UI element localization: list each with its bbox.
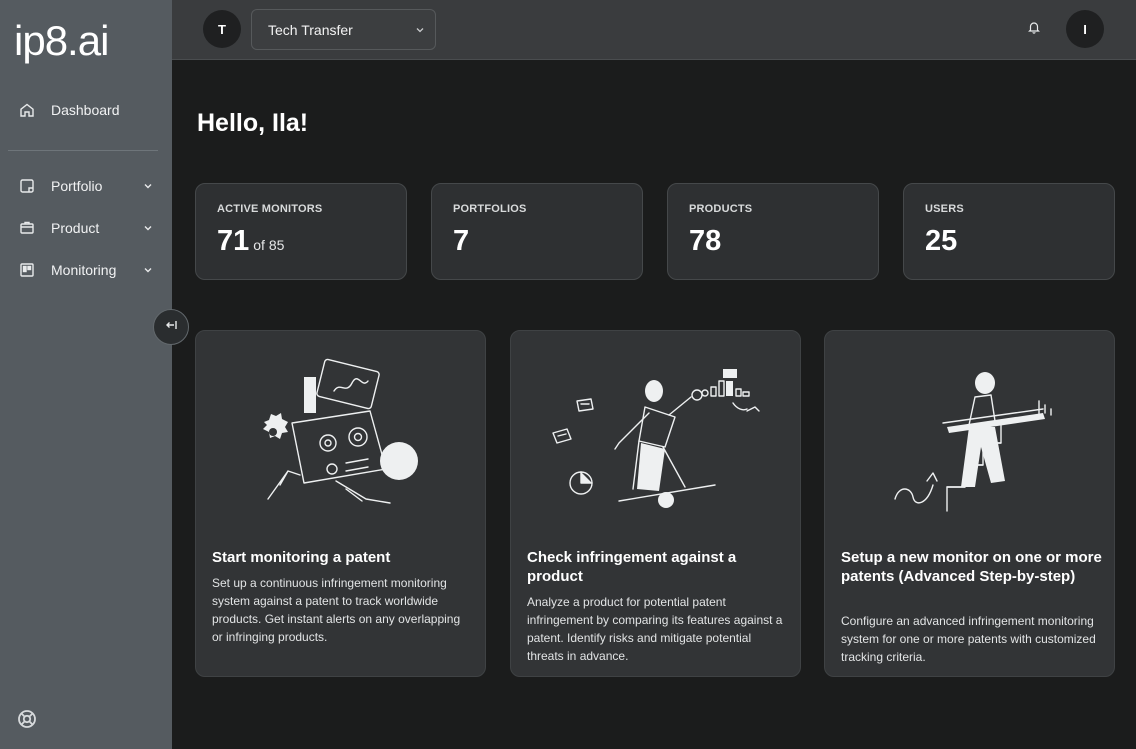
sidebar-item-label: Portfolio bbox=[51, 178, 103, 194]
user-avatar[interactable]: I bbox=[1066, 10, 1104, 48]
chevron-down-icon bbox=[142, 264, 154, 276]
greeting: Hello, Ila! bbox=[197, 109, 309, 137]
org-select-value: Tech Transfer bbox=[268, 21, 353, 38]
box-icon bbox=[18, 219, 36, 237]
stat-label: USERS bbox=[925, 203, 964, 215]
help-button[interactable] bbox=[16, 709, 38, 734]
sidebar: ip8.ai Dashboard Portfolio Product Monit… bbox=[0, 0, 172, 749]
sidebar-item-label: Monitoring bbox=[51, 262, 117, 278]
notifications-button[interactable] bbox=[1024, 19, 1044, 39]
advanced-setup-illustration bbox=[894, 372, 1052, 512]
sidebar-divider bbox=[8, 150, 158, 151]
action-card-title: Setup a new monitor on one or more paten… bbox=[841, 549, 1102, 585]
stat-value: 71 bbox=[217, 225, 250, 257]
stat-value: 7 bbox=[453, 225, 470, 257]
lifebuoy-icon bbox=[17, 709, 37, 734]
org-select[interactable]: Tech Transfer bbox=[251, 9, 436, 50]
action-card-setup-advanced-monitor[interactable]: Setup a new monitor on one or more paten… bbox=[824, 330, 1115, 677]
chevron-down-icon bbox=[142, 180, 154, 192]
stat-label: PORTFOLIOS bbox=[453, 203, 527, 215]
stat-card-products[interactable]: PRODUCTS 78 bbox=[667, 183, 879, 280]
sidebar-item-monitoring[interactable]: Monitoring bbox=[18, 258, 154, 282]
sidebar-item-label: Product bbox=[51, 220, 100, 236]
action-card-start-monitoring[interactable]: Start monitoring a patent Set up a conti… bbox=[195, 330, 486, 677]
chevron-down-icon bbox=[142, 222, 154, 234]
action-card-description: Set up a continuous infringement monitor… bbox=[212, 576, 461, 644]
stat-card-active-monitors[interactable]: ACTIVE MONITORS 71 of 85 bbox=[195, 183, 407, 280]
infringement-check-illustration bbox=[552, 369, 760, 508]
action-card-title: Check infringement against a product bbox=[527, 549, 737, 585]
action-card-title: Start monitoring a patent bbox=[212, 549, 391, 566]
sidebar-item-dashboard[interactable]: Dashboard bbox=[18, 98, 154, 122]
home-icon bbox=[18, 101, 36, 119]
collapse-left-icon bbox=[164, 318, 178, 337]
monitoring-icon bbox=[18, 261, 36, 279]
patent-monitoring-illustration bbox=[263, 358, 418, 504]
action-card-description: Configure an advanced infringement monit… bbox=[841, 614, 1096, 664]
action-card-description: Analyze a product for potential patent i… bbox=[527, 595, 783, 663]
portfolio-icon bbox=[18, 177, 36, 195]
stat-card-users[interactable]: USERS 25 bbox=[903, 183, 1115, 280]
bell-icon bbox=[1027, 20, 1041, 39]
stat-value: 78 bbox=[689, 225, 722, 257]
sidebar-item-product[interactable]: Product bbox=[18, 216, 154, 240]
sidebar-item-label: Dashboard bbox=[51, 102, 120, 118]
top-bar: T Tech Transfer I bbox=[172, 0, 1136, 60]
action-card-check-infringement[interactable]: Check infringement against a product Ana… bbox=[510, 330, 801, 677]
stat-label: PRODUCTS bbox=[689, 203, 753, 215]
stat-value: 25 bbox=[925, 225, 958, 257]
stat-suffix: of 85 bbox=[253, 237, 285, 253]
app-logo[interactable]: ip8.ai bbox=[14, 16, 109, 66]
stat-card-portfolios[interactable]: PORTFOLIOS 7 bbox=[431, 183, 643, 280]
sidebar-item-portfolio[interactable]: Portfolio bbox=[18, 174, 154, 198]
org-avatar[interactable]: T bbox=[203, 10, 241, 48]
stat-label: ACTIVE MONITORS bbox=[217, 203, 323, 215]
sidebar-collapse-button[interactable] bbox=[153, 309, 189, 345]
chevron-down-icon bbox=[405, 25, 435, 35]
